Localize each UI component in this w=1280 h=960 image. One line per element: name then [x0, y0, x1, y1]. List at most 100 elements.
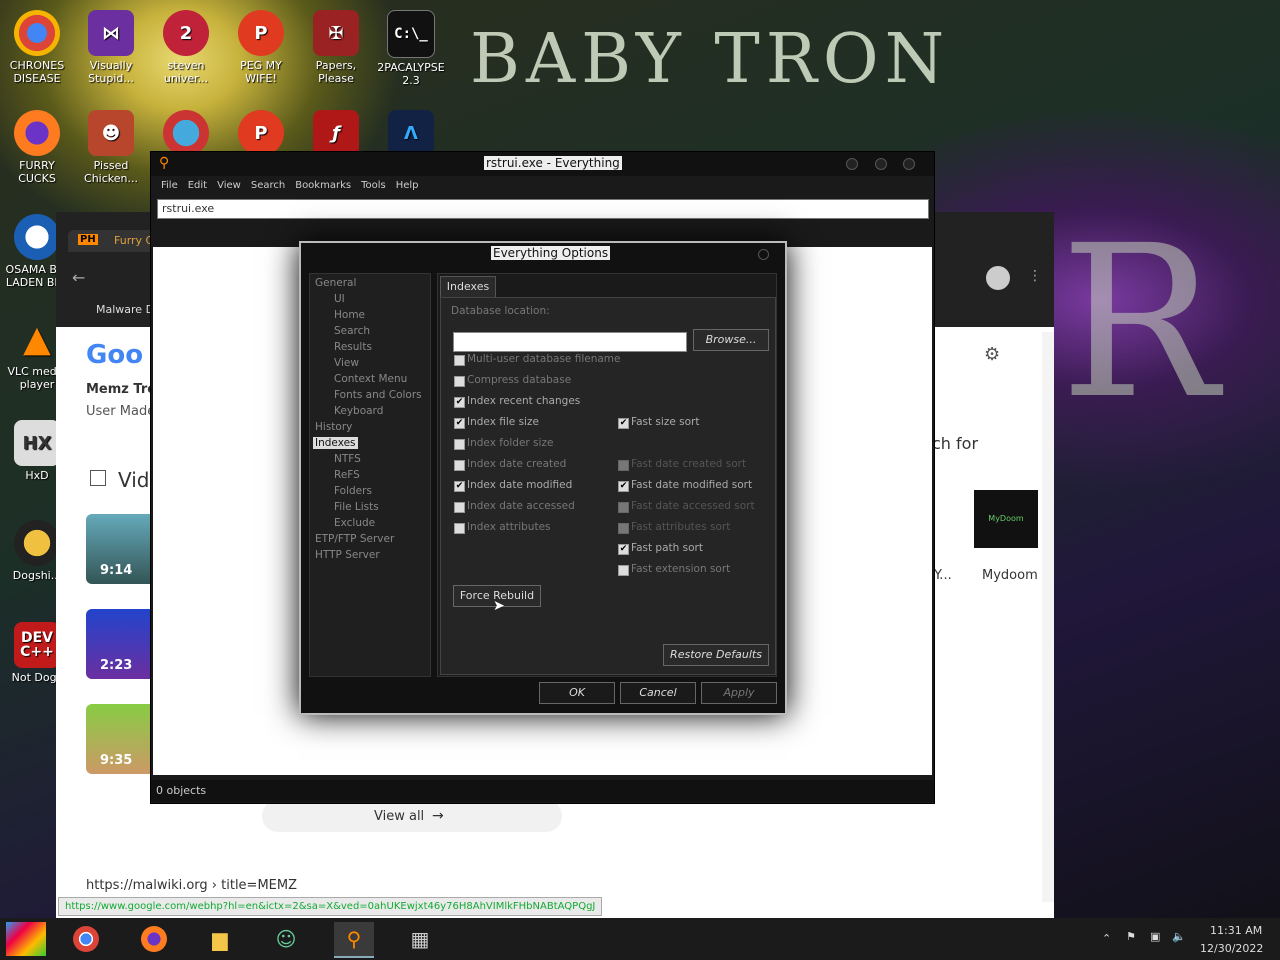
tree-item-fonts-colors[interactable]: Fonts and Colors — [334, 389, 422, 401]
checkbox — [618, 502, 629, 513]
maximize-button[interactable] — [875, 158, 887, 170]
database-location-input[interactable] — [453, 332, 687, 352]
flag-icon[interactable]: ⚑ — [1126, 930, 1136, 943]
devcpp-icon: DEV C++ — [14, 622, 60, 668]
tree-item-general[interactable]: General — [315, 277, 356, 289]
desktop-icon[interactable]: FURRY CUCKS — [0, 110, 74, 185]
checkbox[interactable]: ✔ — [454, 418, 465, 429]
close-button[interactable] — [903, 158, 915, 170]
apply-button[interactable]: Apply — [701, 682, 777, 704]
firefox-icon[interactable] — [134, 922, 174, 956]
checkbox[interactable] — [454, 502, 465, 513]
checkbox-label: Fast path sort — [631, 542, 703, 554]
tree-item-indexes[interactable]: Indexes — [313, 437, 358, 449]
everything-icon[interactable]: ⚲ — [334, 922, 374, 958]
tree-item-ui[interactable]: UI — [334, 293, 345, 305]
arrow-right-icon: → — [432, 808, 444, 824]
scrollbar[interactable] — [1042, 332, 1054, 902]
calculator-icon[interactable]: ▦ — [400, 922, 440, 956]
tree-item-results[interactable]: Results — [334, 341, 372, 353]
browse-button[interactable]: Browse... — [693, 329, 769, 351]
checkbox[interactable]: ✔ — [618, 544, 629, 555]
firefox-icon — [14, 110, 60, 156]
ok-button[interactable]: OK — [539, 682, 615, 704]
title-bar[interactable]: ⚲ rstrui.exe - Everything — [151, 152, 934, 176]
menu-help[interactable]: Help — [396, 180, 419, 191]
tree-item-context-menu[interactable]: Context Menu — [334, 373, 407, 385]
desktop-icon[interactable]: 2 steven univer... — [149, 10, 223, 85]
menu-dots-icon[interactable]: ⋮ — [1028, 268, 1042, 284]
google-logo: Goo — [86, 340, 144, 370]
people-icon[interactable]: ☺ — [266, 922, 306, 956]
tree-item-exclude[interactable]: Exclude — [334, 517, 375, 529]
checkbox[interactable]: ✔ — [618, 481, 629, 492]
mydoom-thumbnail[interactable]: MyDoom — [974, 490, 1038, 548]
settings-gear-icon[interactable]: ⚙ — [984, 344, 1000, 365]
tree-item-ftp-server[interactable]: ETP/FTP Server — [315, 533, 394, 545]
back-icon[interactable]: ← — [72, 268, 85, 287]
link-status-url: https://www.google.com/webhp?hl=en&ictx=… — [58, 897, 603, 916]
tree-item-folders[interactable]: Folders — [334, 485, 372, 497]
menu-bookmarks[interactable]: Bookmarks — [295, 180, 351, 191]
desktop-icon[interactable]: ⋈ Visually Stupid... — [74, 10, 148, 85]
tree-item-file-lists[interactable]: File Lists — [334, 501, 379, 513]
mydoom-label[interactable]: Mydoom — [982, 568, 1038, 583]
volume-icon[interactable]: 🔈 — [1172, 930, 1186, 943]
desktop-icon-label: FURRY CUCKS — [18, 159, 56, 185]
checkbox-label: Fast date created sort — [631, 458, 747, 470]
clock-time[interactable]: 11:31 AM — [1210, 924, 1262, 937]
checkbox[interactable]: ✔ — [454, 397, 465, 408]
game-icon: 2 — [163, 10, 209, 56]
checkbox[interactable]: ✔ — [454, 481, 465, 492]
clock-date[interactable]: 12/30/2022 — [1200, 942, 1263, 955]
chevron-up-icon[interactable]: ⌃ — [1102, 932, 1111, 945]
desktop-icon[interactable]: ☻ Pissed Chicken... — [74, 110, 148, 185]
tree-item-history[interactable]: History — [315, 421, 352, 433]
desktop-icon[interactable]: P PEG MY WIFE! — [224, 10, 298, 85]
checkbox[interactable] — [454, 355, 465, 366]
start-icon[interactable] — [6, 922, 46, 956]
result-url[interactable]: https://malwiki.org › title=MEMZ — [86, 878, 297, 893]
menu-view[interactable]: View — [217, 180, 241, 191]
file-explorer-icon[interactable]: ▆ — [200, 922, 240, 956]
checkbox[interactable] — [454, 439, 465, 450]
tree-item-keyboard[interactable]: Keyboard — [334, 405, 383, 417]
view-all-button[interactable]: View all → — [262, 800, 562, 832]
search-input[interactable]: rstrui.exe — [157, 199, 929, 219]
network-icon[interactable]: ▣ — [1150, 930, 1160, 943]
checkbox[interactable]: ✔ — [618, 418, 629, 429]
options-dialog[interactable]: Everything Options General UI Home Searc… — [299, 241, 787, 715]
restore-defaults-button[interactable]: Restore Defaults — [663, 644, 769, 666]
avatar[interactable] — [986, 266, 1010, 290]
menu-edit[interactable]: Edit — [188, 180, 207, 191]
status-text: 0 objects — [156, 784, 207, 797]
checkbox-label: Index file size — [467, 416, 539, 428]
checkbox[interactable] — [454, 376, 465, 387]
desktop-icon[interactable]: ✠ Papers, Please — [299, 10, 373, 85]
chrome-icon[interactable] — [66, 922, 106, 956]
checkbox-label: Index date created — [467, 458, 567, 470]
close-button[interactable] — [758, 249, 769, 260]
checkbox[interactable] — [454, 523, 465, 534]
menu-file[interactable]: File — [161, 180, 178, 191]
indexes-page: Database location: Browse... Multi-user … — [440, 297, 776, 675]
checkbox-label: Compress database — [467, 374, 572, 386]
tree-item-ntfs[interactable]: NTFS — [334, 453, 361, 465]
menu-tools[interactable]: Tools — [361, 180, 386, 191]
cancel-button[interactable]: Cancel — [620, 682, 696, 704]
options-panel: Indexes Database location: Browse... Mul… — [437, 273, 777, 677]
tree-item-http-server[interactable]: HTTP Server — [315, 549, 380, 561]
tree-item-refs[interactable]: ReFS — [334, 469, 360, 481]
menu-search[interactable]: Search — [251, 180, 285, 191]
result-label[interactable]: Y... — [934, 568, 952, 583]
checkbox[interactable] — [618, 565, 629, 576]
tree-item-search[interactable]: Search — [334, 325, 370, 337]
tree-item-view[interactable]: View — [334, 357, 359, 369]
desktop-icon[interactable]: CHRONES DISEASE — [0, 10, 74, 85]
tree-item-home[interactable]: Home — [334, 309, 365, 321]
checkbox[interactable] — [454, 460, 465, 471]
tab-indexes[interactable]: Indexes — [440, 276, 496, 297]
minimize-button[interactable] — [846, 158, 858, 170]
checkbox-label: Fast extension sort — [631, 563, 731, 575]
desktop-icon[interactable]: C:\_ 2PACALYPSE 2.3 — [374, 10, 448, 87]
